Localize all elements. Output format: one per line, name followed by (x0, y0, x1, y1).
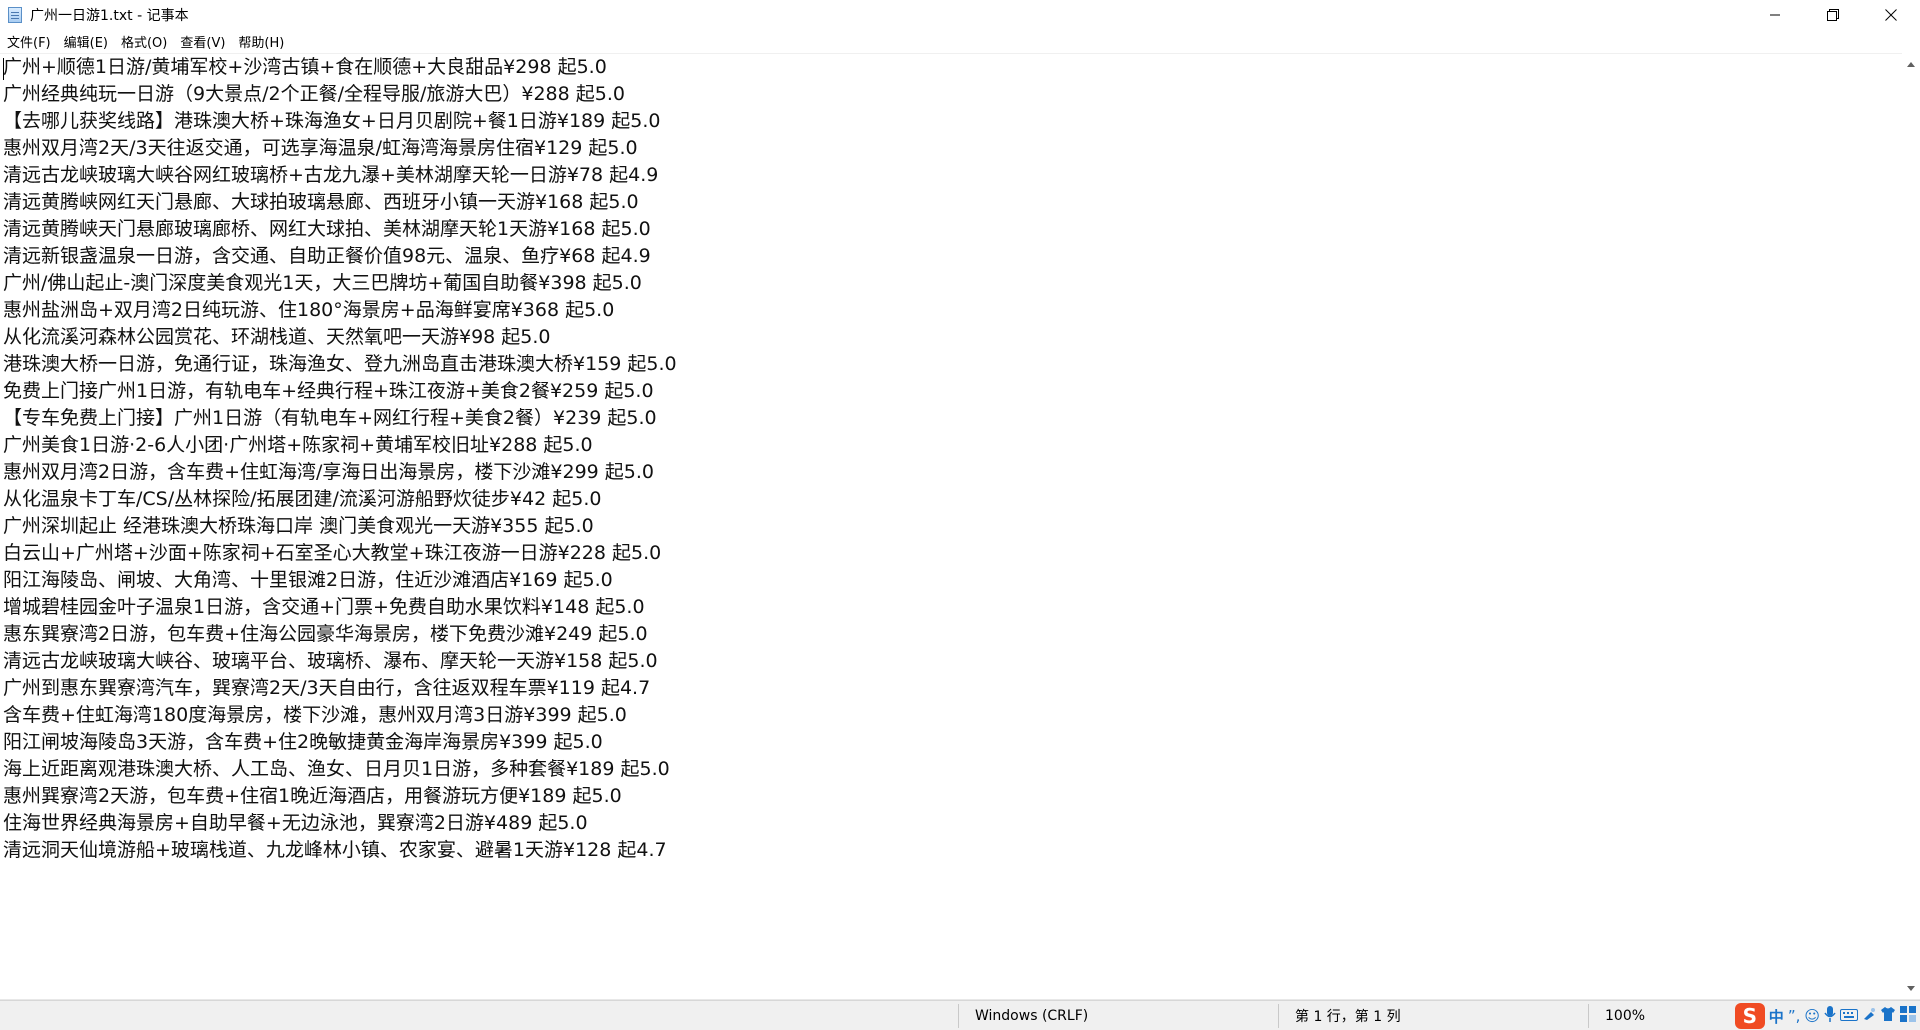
sogou-logo-icon[interactable]: S (1734, 1003, 1765, 1029)
text-line[interactable]: 惠州盐洲岛+双月湾2日纯玩游、住180°海景房+品海鲜宴席¥368 起5.0 (0, 297, 1902, 324)
vertical-scrollbar[interactable] (1902, 53, 1920, 999)
status-separator (1278, 1004, 1279, 1028)
text-line[interactable]: 清远古龙峡玻璃大峡谷、玻璃平台、玻璃桥、瀑布、摩天轮一天游¥158 起5.0 (0, 648, 1902, 675)
text-line[interactable]: 港珠澳大桥一日游，免通行证，珠海渔女、登九洲岛直击港珠澳大桥¥159 起5.0 (0, 351, 1902, 378)
text-line[interactable]: 白云山+广州塔+沙面+陈家祠+石室圣心大教堂+珠江夜游一日游¥228 起5.0 (0, 540, 1902, 567)
text-line[interactable]: 免费上门接广州1日游，有轨电车+经典行程+珠江夜游+美食2餐¥259 起5.0 (0, 378, 1902, 405)
text-line[interactable]: 广州经典纯玩一日游（9大景点/2个正餐/全程导服/旅游大巴）¥288 起5.0 (0, 81, 1902, 108)
scroll-down-arrow-icon[interactable] (1902, 979, 1920, 997)
minimize-button[interactable] (1746, 0, 1804, 30)
text-line[interactable]: 广州到惠东巽寮湾汽车，巽寮湾2天/3天自由行，含往返双程车票¥119 起4.7 (0, 675, 1902, 702)
cursor-position-status: 第 1 行，第 1 列 (1295, 1008, 1401, 1025)
shirt-icon[interactable] (1880, 1007, 1896, 1025)
menu-view[interactable]: 查看(V) (174, 32, 231, 51)
text-line[interactable]: 住海世界经典海景房+自助早餐+无边泳池，巽寮湾2日游¥489 起5.0 (0, 810, 1902, 837)
skin-icon[interactable] (1862, 1007, 1876, 1025)
restore-icon (1827, 9, 1839, 21)
status-separator (1588, 1004, 1589, 1028)
text-editor[interactable]: 广州+顺德1日游/黄埔军校+沙湾古镇+食在顺德+大良甜品¥298 起5.0 广州经… (0, 53, 1902, 1000)
text-line[interactable]: 惠州巽寮湾2天游，包车费+住宿1晚近海酒店，用餐游玩方便¥189 起5.0 (0, 783, 1902, 810)
close-button[interactable] (1862, 0, 1920, 30)
minimize-icon (1770, 14, 1780, 16)
maximize-button[interactable] (1804, 0, 1862, 30)
window-controls (1746, 0, 1920, 30)
text-line[interactable]: 广州/佛山起止-澳门深度美食观光1天，大三巴牌坊+葡国自助餐¥398 起5.0 (0, 270, 1902, 297)
punctuation-icon[interactable]: ”, (1788, 1007, 1801, 1025)
text-line[interactable]: 惠州双月湾2日游，含车费+住虹海湾/享海日出海景房，楼下沙滩¥299 起5.0 (0, 459, 1902, 486)
scroll-up-arrow-icon[interactable] (1902, 55, 1920, 73)
text-line[interactable]: 清远新银盏温泉一日游，含交通、自助正餐价值98元、温泉、鱼疗¥68 起4.9 (0, 243, 1902, 270)
text-line[interactable]: 从化温泉卡丁车/CS/丛林探险/拓展团建/流溪河游船野炊徒步¥42 起5.0 (0, 486, 1902, 513)
text-line[interactable]: 惠东巽寮湾2日游，包车费+住海公园豪华海景房，楼下免费沙滩¥249 起5.0 (0, 621, 1902, 648)
text-line[interactable]: 广州美食1日游·2-6人小团·广州塔+陈家祠+黄埔军校旧址¥288 起5.0 (0, 432, 1902, 459)
text-line[interactable]: 增城碧桂园金叶子温泉1日游，含交通+门票+免费自助水果饮料¥148 起5.0 (0, 594, 1902, 621)
close-icon (1885, 9, 1897, 21)
menu-help[interactable]: 帮助(H) (232, 32, 290, 51)
toolbox-icon[interactable] (1900, 1006, 1916, 1026)
text-line[interactable]: 含车费+住虹海湾180度海景房，楼下沙滩，惠州双月湾3日游¥399 起5.0 (0, 702, 1902, 729)
text-line[interactable]: 海上近距离观港珠澳大桥、人工岛、渔女、日月贝1日游，多种套餐¥189 起5.0 (0, 756, 1902, 783)
text-line[interactable]: 清远黄腾峡网红天门悬廊、大球拍玻璃悬廊、西班牙小镇一天游¥168 起5.0 (0, 189, 1902, 216)
text-line[interactable]: 【专车免费上门接】广州1日游（有轨电车+网红行程+美食2餐）¥239 起5.0 (0, 405, 1902, 432)
text-line[interactable]: 阳江海陵岛、闸坡、大角湾、十里银滩2日游，住近沙滩酒店¥169 起5.0 (0, 567, 1902, 594)
menu-file[interactable]: 文件(F) (1, 32, 57, 51)
mic-icon[interactable] (1824, 1006, 1836, 1026)
menu-format[interactable]: 格式(O) (115, 32, 173, 51)
text-line[interactable]: 清远古龙峡玻璃大峡谷网红玻璃桥+古龙九瀑+美林湖摩天轮一日游¥78 起4.9 (0, 162, 1902, 189)
menu-edit[interactable]: 编辑(E) (58, 32, 114, 51)
text-line[interactable]: 阳江闸坡海陵岛3天游，含车费+住2晚敏捷黄金海岸海景房¥399 起5.0 (0, 729, 1902, 756)
text-line[interactable]: 广州+顺德1日游/黄埔军校+沙湾古镇+食在顺德+大良甜品¥298 起5.0 (0, 54, 1902, 81)
text-line[interactable]: 广州深圳起止 经港珠澳大桥珠海口岸 澳门美食观光一天游¥355 起5.0 (0, 513, 1902, 540)
title-bar: 广州一日游1.txt - 记事本 (0, 0, 1920, 30)
status-bar: Windows (CRLF) 第 1 行，第 1 列 100% S 中 ”, ☺ (0, 1000, 1920, 1030)
ime-mode-toggle[interactable]: 中 (1769, 1006, 1784, 1027)
text-caret (3, 58, 4, 80)
text-line[interactable]: 【去哪儿获奖线路】港珠澳大桥+珠海渔女+日月贝剧院+餐1日游¥189 起5.0 (0, 108, 1902, 135)
status-separator (958, 1004, 959, 1028)
window-title: 广州一日游1.txt - 记事本 (30, 8, 189, 24)
text-line[interactable]: 从化流溪河森林公园赏花、环湖栈道、天然氧吧一天游¥98 起5.0 (0, 324, 1902, 351)
text-line[interactable]: 惠州双月湾2天/3天往返交通，可选享海温泉/虹海湾海景房住宿¥129 起5.0 (0, 135, 1902, 162)
text-line[interactable]: 清远洞天仙境游船+玻璃栈道、九龙峰林小镇、农家宴、避暑1天游¥128 起4.7 (0, 837, 1902, 864)
ime-toolbar: S 中 ”, ☺ (1734, 1003, 1916, 1029)
notepad-icon (8, 7, 22, 23)
emoji-icon[interactable]: ☺ (1804, 1007, 1820, 1025)
keyboard-icon[interactable] (1840, 1007, 1858, 1025)
zoom-status: 100% (1605, 1007, 1646, 1024)
text-line[interactable]: 清远黄腾峡天门悬廊玻璃廊桥、网红大球拍、美林湖摩天轮1天游¥168 起5.0 (0, 216, 1902, 243)
line-ending-status: Windows (CRLF) (975, 1007, 1089, 1024)
menu-bar: 文件(F) 编辑(E) 格式(O) 查看(V) 帮助(H) (0, 30, 1920, 52)
